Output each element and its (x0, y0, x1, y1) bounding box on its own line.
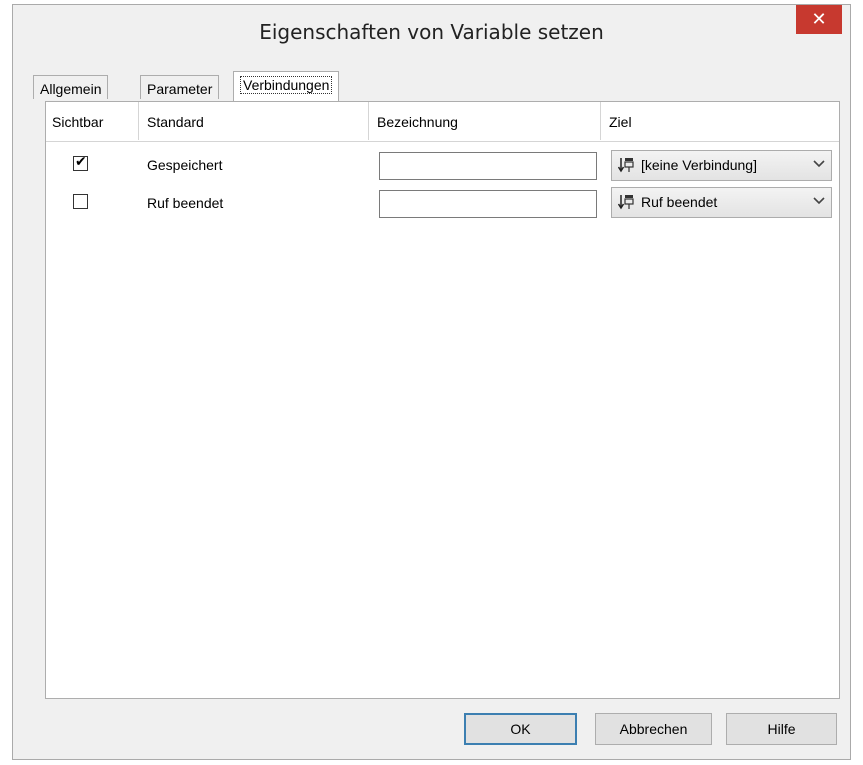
standard-label: Ruf beendet (147, 195, 224, 211)
visible-checkbox[interactable]: ✔ (73, 154, 88, 171)
bezeichnung-input[interactable] (379, 152, 597, 180)
title-bar: Eigenschaften von Variable setzen ✕ (13, 5, 850, 63)
column-header-bezeichnung[interactable]: Bezeichnung (369, 102, 601, 140)
standard-label: Gespeichert (147, 157, 223, 173)
tab-verbindungen[interactable]: Verbindungen (233, 71, 340, 101)
close-icon: ✕ (811, 8, 827, 30)
cancel-button[interactable]: Abbrechen (595, 713, 712, 745)
dialog-title: Eigenschaften von Variable setzen (259, 20, 604, 44)
tab-label: Allgemein (40, 81, 102, 97)
ok-button[interactable]: OK (464, 713, 577, 745)
column-header-standard[interactable]: Standard (139, 102, 369, 140)
ziel-dropdown[interactable]: Ruf beendet (611, 187, 832, 218)
ziel-value: [keine Verbindung] (641, 157, 757, 173)
column-header-ziel[interactable]: Ziel (601, 102, 839, 140)
chevron-down-icon (813, 160, 825, 168)
tab-label: Verbindungen (240, 76, 333, 94)
connections-panel: Sichtbar Standard Bezeichnung Ziel ✔ Ges… (45, 101, 840, 699)
help-button[interactable]: Hilfe (726, 713, 837, 745)
ziel-dropdown[interactable]: [keine Verbindung] (611, 150, 832, 181)
connection-arrow-icon (618, 158, 634, 173)
tab-allgemein[interactable]: Allgemein (33, 75, 109, 99)
connection-arrow-icon (618, 195, 634, 210)
bezeichnung-input[interactable] (379, 190, 597, 218)
visible-checkbox[interactable] (73, 194, 88, 209)
tab-label: Parameter (147, 81, 213, 97)
chevron-down-icon (813, 197, 825, 205)
checkmark-icon: ✔ (75, 154, 87, 170)
tab-parameter[interactable]: Parameter (140, 75, 220, 99)
close-button[interactable]: ✕ (796, 5, 842, 34)
dialog-window: Eigenschaften von Variable setzen ✕ Allg… (12, 4, 851, 760)
table-row: Ruf beendet Ruf beendet (46, 184, 839, 218)
table-row: ✔ Gespeichert [keine Verbindung] (46, 146, 839, 181)
ziel-value: Ruf beendet (641, 194, 718, 210)
column-header-sichtbar[interactable]: Sichtbar (46, 102, 139, 140)
table-header: Sichtbar Standard Bezeichnung Ziel (46, 102, 839, 142)
